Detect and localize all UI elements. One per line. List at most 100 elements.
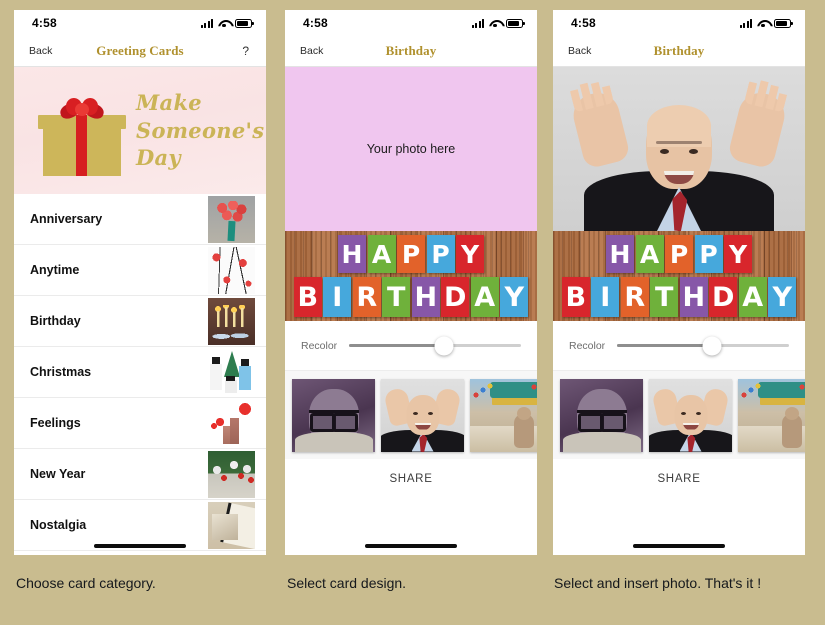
status-icons bbox=[740, 18, 793, 28]
recolor-slider-thumb[interactable] bbox=[702, 336, 722, 355]
home-indicator[interactable] bbox=[365, 543, 457, 548]
nav-bar: Back Birthday bbox=[553, 36, 805, 67]
status-icons bbox=[472, 18, 525, 28]
share-button[interactable]: SHARE bbox=[657, 473, 700, 485]
nav-bar: Back Greeting Cards ? bbox=[14, 36, 266, 67]
page-title: Birthday bbox=[385, 43, 437, 58]
caption-step-2: Select card design. bbox=[287, 575, 407, 591]
phone-card-design: 4:58 Back Birthday Your photo here H A P… bbox=[285, 10, 537, 555]
category-label: Christmas bbox=[30, 365, 92, 379]
photo-placeholder-text: Your photo here bbox=[366, 142, 456, 156]
share-section: SHARE bbox=[553, 459, 805, 555]
screenshot-stage: 4:58 Back Greeting Cards ? Make Someone's… bbox=[0, 0, 825, 625]
phone-photo-inserted: 4:58 Back Birthday H A P P Y B I R T H D… bbox=[553, 10, 805, 555]
letter-tile: P bbox=[694, 235, 723, 273]
status-bar: 4:58 bbox=[14, 10, 266, 36]
inserted-photo bbox=[553, 67, 805, 231]
letter-tile: A bbox=[470, 277, 499, 317]
floral-thumbnail bbox=[208, 246, 255, 294]
letter-tile: H bbox=[679, 277, 708, 317]
letter-tile: P bbox=[397, 235, 425, 273]
gift-box-icon bbox=[38, 96, 126, 176]
roses-thumbnail bbox=[208, 195, 255, 243]
battery-icon bbox=[235, 18, 254, 28]
old-photos-thumbnail bbox=[208, 501, 255, 549]
recolor-slider-thumb[interactable] bbox=[434, 336, 454, 355]
wifi-icon bbox=[489, 19, 501, 28]
letter-tile: R bbox=[352, 277, 381, 317]
recolor-control[interactable]: Recolor bbox=[553, 321, 805, 371]
share-section: SHARE bbox=[285, 459, 537, 555]
category-row-feelings[interactable]: Feelings bbox=[14, 398, 266, 449]
recolor-slider[interactable] bbox=[617, 336, 789, 355]
letter-tile: I bbox=[591, 277, 620, 317]
letters-row-birthday: B I R T H D A Y bbox=[285, 273, 537, 317]
monkey-temple-thumbnail[interactable] bbox=[470, 378, 537, 452]
hero-headline: Make Someone's Day bbox=[136, 90, 265, 171]
category-label: New Year bbox=[30, 467, 86, 481]
share-button[interactable]: SHARE bbox=[389, 473, 432, 485]
recolor-label: Recolor bbox=[301, 339, 338, 352]
letter-tile: Y bbox=[724, 235, 752, 273]
recolor-label: Recolor bbox=[569, 339, 606, 352]
candles-thumbnail bbox=[208, 297, 255, 345]
category-list[interactable]: Anniversary Anytime Birthday Christmas F… bbox=[14, 194, 266, 555]
category-label: Anytime bbox=[30, 263, 80, 277]
letter-tile: Y bbox=[500, 277, 529, 317]
battery-icon bbox=[774, 18, 793, 28]
status-time: 4:58 bbox=[571, 16, 596, 30]
page-title: Birthday bbox=[653, 43, 705, 58]
letters-row-happy: H A P P Y bbox=[285, 231, 537, 273]
letter-tile: A bbox=[738, 277, 767, 317]
photo-strip[interactable] bbox=[553, 371, 805, 459]
home-indicator[interactable] bbox=[633, 543, 725, 548]
battery-icon bbox=[506, 18, 525, 28]
category-row-anytime[interactable]: Anytime bbox=[14, 245, 266, 296]
happy-birthday-letters: H A P P Y B I R T H D A Y bbox=[285, 231, 537, 321]
wifi-icon bbox=[757, 19, 769, 28]
photo-drop-area[interactable]: Your photo here bbox=[285, 67, 537, 231]
status-bar: 4:58 bbox=[553, 10, 805, 36]
letters-row-birthday: B I R T H D A Y bbox=[553, 273, 805, 317]
status-time: 4:58 bbox=[32, 16, 57, 30]
old-man-hands-thumbnail[interactable] bbox=[649, 378, 732, 452]
hearts-thumbnail bbox=[208, 399, 255, 447]
category-row-christmas[interactable]: Christmas bbox=[14, 347, 266, 398]
letter-tile: T bbox=[650, 277, 679, 317]
signal-icon bbox=[472, 18, 484, 28]
help-button[interactable]: ? bbox=[242, 44, 249, 58]
photo-drop-area[interactable] bbox=[553, 67, 805, 231]
hero-banner: Make Someone's Day bbox=[14, 67, 266, 194]
purple-portrait-thumbnail[interactable] bbox=[292, 378, 375, 452]
category-row-birthday[interactable]: Birthday bbox=[14, 296, 266, 347]
purple-portrait-thumbnail[interactable] bbox=[560, 378, 643, 452]
home-indicator[interactable] bbox=[94, 543, 186, 548]
category-row-anniversary[interactable]: Anniversary bbox=[14, 194, 266, 245]
wifi-icon bbox=[218, 19, 230, 28]
phone-category-list: 4:58 Back Greeting Cards ? Make Someone's… bbox=[14, 10, 266, 555]
letter-tile: Y bbox=[456, 235, 484, 273]
status-bar: 4:58 bbox=[285, 10, 537, 36]
letter-tile: B bbox=[561, 277, 590, 317]
status-icons bbox=[201, 18, 254, 28]
status-time: 4:58 bbox=[303, 16, 328, 30]
photo-strip[interactable] bbox=[285, 371, 537, 459]
snowmen-thumbnail bbox=[208, 348, 255, 396]
happy-birthday-letters: H A P P Y B I R T H D A Y bbox=[553, 231, 805, 321]
monkey-temple-thumbnail[interactable] bbox=[738, 378, 805, 452]
category-label: Birthday bbox=[30, 314, 81, 328]
letter-tile: H bbox=[606, 235, 634, 273]
letter-tile: A bbox=[635, 235, 664, 273]
letter-tile: H bbox=[338, 235, 366, 273]
signal-icon bbox=[740, 18, 752, 28]
caption-step-3: Select and insert photo. That's it ! bbox=[554, 575, 762, 591]
letter-tile: H bbox=[411, 277, 440, 317]
caption-step-1: Choose card category. bbox=[16, 575, 156, 591]
recolor-slider[interactable] bbox=[349, 336, 521, 355]
page-title: Greeting Cards bbox=[96, 43, 184, 58]
old-man-hands-thumbnail[interactable] bbox=[381, 378, 464, 452]
category-row-new-year[interactable]: New Year bbox=[14, 449, 266, 500]
letter-tile: R bbox=[620, 277, 649, 317]
recolor-control[interactable]: Recolor bbox=[285, 321, 537, 371]
letter-tile: A bbox=[367, 235, 396, 273]
